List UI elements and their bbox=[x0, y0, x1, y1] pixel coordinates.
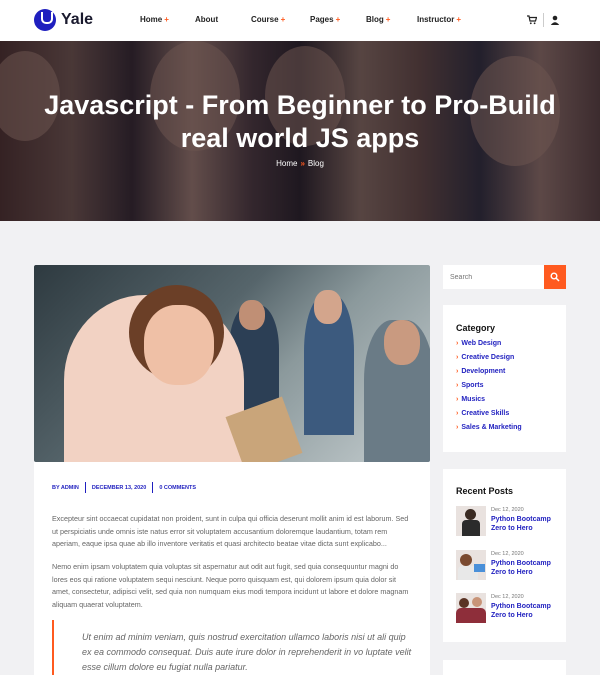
search-input[interactable] bbox=[443, 265, 543, 289]
meta-divider bbox=[84, 482, 86, 493]
sidebar-widget-partial bbox=[443, 660, 566, 675]
category-item-development[interactable]: › Development bbox=[456, 368, 505, 375]
header-divider bbox=[543, 13, 544, 27]
recent-post-item[interactable]: Dec 12, 2020 Python Bootcamp Zero to Her… bbox=[456, 550, 561, 580]
breadcrumb-home-link[interactable]: Home bbox=[276, 159, 297, 168]
nav-item-course[interactable]: Course + bbox=[251, 15, 285, 24]
chevron-right-icon: › bbox=[456, 354, 459, 361]
article-featured-image bbox=[34, 265, 430, 462]
recent-posts-widget: Recent Posts Dec 12, 2020 Python Bootcam… bbox=[443, 469, 566, 642]
chevron-right-icon: › bbox=[456, 410, 459, 417]
meta-author[interactable]: BY ADMIN bbox=[52, 485, 79, 491]
chevron-right-icon: › bbox=[456, 424, 459, 431]
category-title: Category bbox=[456, 323, 496, 333]
category-item-sports[interactable]: › Sports bbox=[456, 382, 484, 389]
post-title[interactable]: Python Bootcamp Zero to Hero bbox=[491, 602, 561, 620]
cart-icon[interactable] bbox=[527, 15, 537, 25]
search-icon bbox=[550, 272, 560, 282]
post-title[interactable]: Python Bootcamp Zero to Hero bbox=[491, 559, 561, 577]
chevron-right-icon: › bbox=[456, 368, 459, 375]
post-thumbnail bbox=[456, 506, 486, 536]
article-paragraph: Excepteur sint occaecat cupidatat non pr… bbox=[52, 514, 409, 548]
post-date: Dec 12, 2020 bbox=[491, 551, 524, 557]
category-item-web-design[interactable]: › Web Design bbox=[456, 340, 501, 347]
post-thumbnail bbox=[456, 593, 486, 623]
chevron-right-icon: › bbox=[456, 396, 459, 403]
recent-post-item[interactable]: Dec 12, 2020 Python Bootcamp Zero to Her… bbox=[456, 506, 561, 536]
blog-article: BY ADMIN DECEMBER 13, 2020 0 COMMENTS Ex… bbox=[34, 265, 430, 675]
post-thumbnail bbox=[456, 550, 486, 580]
meta-date[interactable]: DECEMBER 13, 2020 bbox=[92, 485, 146, 491]
category-item-creative-design[interactable]: › Creative Design bbox=[456, 354, 514, 361]
meta-divider bbox=[152, 482, 154, 493]
nav-item-blog[interactable]: Blog + bbox=[366, 15, 390, 24]
post-date: Dec 12, 2020 bbox=[491, 507, 524, 513]
recent-post-item[interactable]: Dec 12, 2020 Python Bootcamp Zero to Her… bbox=[456, 593, 561, 623]
logo[interactable]: Yale bbox=[34, 9, 93, 31]
page-title: Javascript - From Beginner to Pro-Build … bbox=[44, 90, 556, 153]
nav-item-instructor[interactable]: Instructor + bbox=[417, 15, 461, 24]
chevron-right-icon: › bbox=[456, 340, 459, 347]
category-widget: Category › Web Design › Creative Design › D… bbox=[443, 305, 566, 452]
nav-item-home[interactable]: Home + bbox=[140, 15, 169, 24]
user-icon[interactable] bbox=[550, 15, 560, 25]
article-blockquote: Ut enim ad minim veniam, quis nostrud ex… bbox=[52, 620, 422, 675]
recent-posts-title: Recent Posts bbox=[456, 486, 514, 496]
logo-text: Yale bbox=[61, 11, 94, 28]
article-meta: BY ADMIN DECEMBER 13, 2020 0 COMMENTS bbox=[52, 482, 196, 493]
chevron-right-icon: › bbox=[456, 382, 459, 389]
breadcrumb-separator: » bbox=[300, 159, 305, 168]
site-header: Yale Home + About Course + Pages + Blog + In… bbox=[0, 0, 600, 41]
breadcrumb: Home» Blog bbox=[0, 159, 600, 168]
nav-item-about[interactable]: About bbox=[195, 15, 220, 24]
page-hero: Javascript - From Beginner to Pro-Build … bbox=[0, 41, 600, 221]
meta-comments[interactable]: 0 COMMENTS bbox=[159, 485, 196, 491]
search-button[interactable] bbox=[544, 265, 566, 289]
nav-item-pages[interactable]: Pages + bbox=[310, 15, 340, 24]
post-title[interactable]: Python Bootcamp Zero to Hero bbox=[491, 515, 561, 533]
breadcrumb-current: Blog bbox=[307, 159, 324, 168]
article-paragraph: Nemo enim ipsam voluptatem quia voluptas… bbox=[52, 562, 409, 609]
post-date: Dec 12, 2020 bbox=[491, 594, 524, 600]
category-item-creative-skills[interactable]: › Creative Skills bbox=[456, 410, 509, 417]
category-item-sales-marketing[interactable]: › Sales & Marketing bbox=[456, 424, 522, 431]
blockquote-text: Ut enim ad minim veniam, quis nostrud ex… bbox=[82, 632, 412, 672]
category-item-musics[interactable]: › Musics bbox=[456, 396, 485, 403]
logo-icon bbox=[34, 9, 56, 31]
